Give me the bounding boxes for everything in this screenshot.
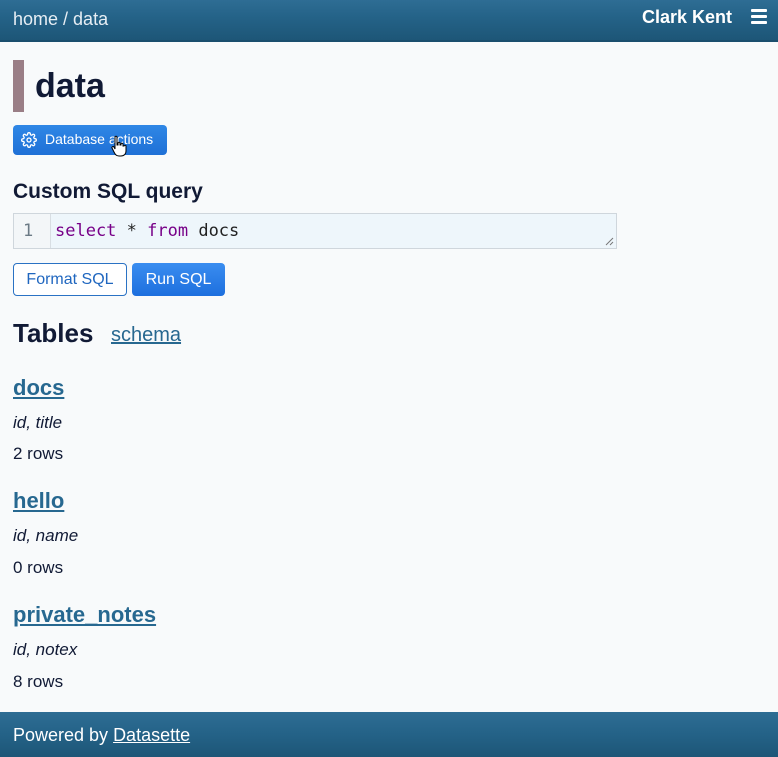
breadcrumb-home-link[interactable]: home [13, 9, 58, 29]
footer-text: Powered by Datasette [13, 725, 190, 746]
table-row-count: 8 rows [13, 672, 64, 691]
table-link-docs[interactable]: docs [13, 375, 64, 401]
table-row-count: 2 rows [13, 444, 64, 463]
database-actions-label: Database actions [45, 131, 154, 147]
pointer-cursor-icon [111, 135, 127, 157]
table-link-hello[interactable]: hello [13, 488, 64, 514]
line-number: 1 [23, 221, 34, 241]
site-footer: Powered by Datasette [0, 712, 778, 757]
table-columns: id, name [13, 526, 79, 545]
sql-operator: * [116, 221, 148, 241]
sql-table-name: docs [188, 221, 240, 241]
line-number-gutter: 1 [14, 214, 51, 248]
breadcrumb-separator: / [58, 9, 74, 29]
custom-sql-heading: Custom SQL query [13, 180, 203, 203]
datasette-link[interactable]: Datasette [113, 725, 190, 745]
tables-heading: Tables [13, 318, 94, 348]
table-link-private-notes[interactable]: private_notes [13, 602, 156, 628]
schema-link[interactable]: schema [111, 324, 181, 347]
site-header: home / data Clark Kent [0, 0, 778, 42]
user-name: Clark Kent [641, 7, 732, 27]
powered-by-label: Powered by [13, 725, 114, 745]
table-columns: id, notex [13, 640, 78, 659]
table-entry-private-notes: private_notes id, notex 8 rows [13, 602, 156, 691]
sql-keyword-select: select [55, 221, 117, 241]
breadcrumb: home / data [13, 9, 108, 30]
resize-handle-icon[interactable] [605, 237, 614, 246]
menu-icon[interactable] [751, 9, 767, 24]
title-accent-bar [13, 60, 24, 112]
run-sql-button[interactable]: Run SQL [132, 263, 225, 296]
table-entry-hello: hello id, name 0 rows [13, 488, 78, 577]
format-sql-button[interactable]: Format SQL [13, 263, 127, 296]
table-columns: id, title [13, 413, 63, 432]
table-entry-docs: docs id, title 2 rows [13, 375, 64, 463]
gear-icon [21, 132, 37, 148]
page-title: data [35, 67, 105, 105]
sql-editor[interactable]: 1 select * from docs [13, 213, 617, 249]
breadcrumb-database-link[interactable]: data [73, 9, 108, 29]
database-actions-button[interactable]: Database actions [13, 125, 167, 155]
sql-keyword-from: from [147, 221, 189, 241]
sql-code[interactable]: select * from docs [55, 221, 239, 241]
table-row-count: 0 rows [13, 558, 64, 577]
